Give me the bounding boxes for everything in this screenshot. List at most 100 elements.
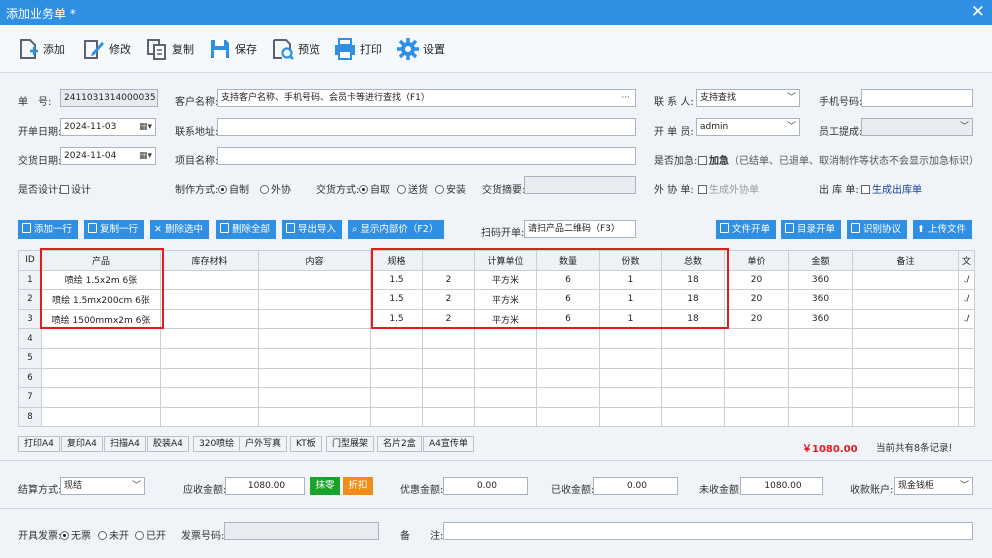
table-cell[interactable] bbox=[370, 367, 423, 389]
table-cell[interactable] bbox=[258, 289, 371, 310]
table-cell[interactable] bbox=[41, 328, 161, 349]
table-cell[interactable] bbox=[422, 328, 475, 349]
table-cell[interactable]: 2 bbox=[422, 289, 475, 310]
column-header[interactable]: 数量 bbox=[536, 250, 600, 271]
table-cell[interactable]: 2 bbox=[422, 308, 475, 330]
invoice-radio-issued[interactable]: 已开 bbox=[135, 527, 166, 542]
table-cell[interactable] bbox=[661, 347, 725, 369]
column-header[interactable]: 单价 bbox=[724, 250, 789, 271]
preset-button[interactable]: A4宣传单 bbox=[423, 436, 474, 452]
table-cell[interactable]: 喷绘 1.5x2m 6张 bbox=[41, 269, 161, 291]
column-header[interactable]: ID bbox=[18, 250, 42, 271]
column-header[interactable]: 产品 bbox=[41, 250, 161, 271]
table-cell[interactable] bbox=[160, 308, 259, 330]
table-cell[interactable] bbox=[852, 269, 959, 291]
table-cell[interactable] bbox=[661, 328, 725, 349]
table-cell[interactable]: 360 bbox=[788, 269, 853, 291]
table-cell[interactable]: 1.5 bbox=[370, 269, 423, 291]
add-row-button[interactable]: 添加一行 bbox=[18, 220, 79, 239]
import-export-button[interactable]: 导出导入 bbox=[282, 220, 343, 239]
table-cell[interactable]: 20 bbox=[724, 269, 789, 291]
deliver-radio-ship[interactable]: 送货 bbox=[397, 181, 428, 196]
catalog-order-button[interactable]: 目录开单 bbox=[781, 220, 842, 239]
method-select[interactable]: 现结 ﹀ bbox=[60, 477, 145, 495]
account-select[interactable]: 现金钱柜 ﹀ bbox=[894, 477, 973, 495]
deliver-radio-pickup[interactable]: 自取 bbox=[359, 181, 390, 196]
table-cell[interactable] bbox=[474, 367, 537, 389]
recognize-button[interactable]: 识别协议 bbox=[847, 220, 908, 239]
received-input[interactable]: 0.00 bbox=[593, 477, 678, 495]
table-cell[interactable] bbox=[370, 328, 423, 349]
table-cell[interactable] bbox=[724, 347, 789, 369]
column-header[interactable] bbox=[422, 250, 475, 271]
table-cell[interactable] bbox=[599, 367, 662, 389]
table-row[interactable]: 3 喷绘 1500mmx2m 6张 1.5 2 平方米 6 1 18 20 360 ./ bbox=[18, 308, 975, 330]
table-row[interactable]: 6 bbox=[18, 367, 975, 389]
discount-input[interactable]: 0.00 bbox=[443, 477, 528, 495]
table-cell[interactable] bbox=[852, 328, 959, 349]
table-cell[interactable] bbox=[370, 347, 423, 369]
table-cell[interactable]: 360 bbox=[788, 308, 853, 330]
table-cell[interactable]: 喷绘 1.5mx200cm 6张 bbox=[41, 289, 161, 310]
table-cell[interactable]: 6 bbox=[536, 269, 600, 291]
column-header[interactable]: 文 bbox=[958, 250, 975, 271]
table-cell[interactable] bbox=[258, 308, 371, 330]
table-cell[interactable] bbox=[536, 406, 600, 428]
table-cell[interactable] bbox=[958, 367, 975, 389]
table-cell[interactable] bbox=[258, 347, 371, 369]
deliver-radio-install[interactable]: 安装 bbox=[435, 181, 466, 196]
copy-row-button[interactable]: 复制一行 bbox=[84, 220, 145, 239]
table-cell[interactable] bbox=[422, 367, 475, 389]
table-cell[interactable] bbox=[958, 328, 975, 349]
save-button[interactable]: 保存 bbox=[208, 35, 257, 63]
table-cell[interactable] bbox=[661, 387, 725, 408]
table-cell[interactable]: 18 bbox=[661, 308, 725, 330]
table-cell[interactable]: 1 bbox=[599, 308, 662, 330]
table-cell[interactable] bbox=[599, 387, 662, 408]
table-cell[interactable] bbox=[258, 406, 371, 428]
table-cell[interactable] bbox=[599, 406, 662, 428]
table-cell[interactable] bbox=[958, 406, 975, 428]
table-cell[interactable] bbox=[788, 367, 853, 389]
column-header[interactable]: 总数 bbox=[661, 250, 725, 271]
print-button[interactable]: 打印 bbox=[333, 35, 382, 63]
table-cell[interactable] bbox=[852, 367, 959, 389]
table-cell[interactable]: 360 bbox=[788, 289, 853, 310]
table-cell[interactable] bbox=[41, 347, 161, 369]
table-cell[interactable] bbox=[474, 328, 537, 349]
calendar-icon[interactable]: ▦▾ bbox=[139, 148, 152, 164]
urgent-checkbox[interactable]: 加急（已结单、已退单、取消制作等状态不会显示加急标识） bbox=[698, 152, 979, 167]
table-cell[interactable] bbox=[788, 347, 853, 369]
table-cell[interactable] bbox=[599, 347, 662, 369]
table-row[interactable]: 7 bbox=[18, 387, 975, 408]
open-date-picker[interactable]: 2024-11-03 ▦▾ bbox=[60, 118, 156, 136]
table-row[interactable]: 1 喷绘 1.5x2m 6张 1.5 2 平方米 6 1 18 20 360 ./ bbox=[18, 269, 975, 291]
table-cell[interactable] bbox=[258, 367, 371, 389]
table-cell[interactable]: ./ bbox=[958, 308, 975, 330]
table-cell[interactable] bbox=[160, 406, 259, 428]
table-cell[interactable]: 18 bbox=[661, 269, 725, 291]
table-row[interactable]: 2 喷绘 1.5mx200cm 6张 1.5 2 平方米 6 1 18 20 360 ./ bbox=[18, 289, 975, 310]
table-cell[interactable] bbox=[370, 406, 423, 428]
table-cell[interactable] bbox=[599, 328, 662, 349]
project-input[interactable] bbox=[217, 147, 636, 165]
preset-button[interactable]: 门型展架 bbox=[326, 436, 375, 452]
table-cell[interactable] bbox=[536, 387, 600, 408]
table-cell[interactable] bbox=[258, 387, 371, 408]
delivery-date-picker[interactable]: 2024-11-04 ▦▾ bbox=[60, 147, 156, 165]
table-cell[interactable] bbox=[724, 367, 789, 389]
address-input[interactable] bbox=[217, 118, 636, 136]
column-header[interactable]: 计算单位 bbox=[474, 250, 537, 271]
table-cell[interactable] bbox=[661, 367, 725, 389]
table-cell[interactable] bbox=[788, 406, 853, 428]
table-cell[interactable] bbox=[788, 387, 853, 408]
preview-button[interactable]: 预览 bbox=[271, 35, 320, 63]
table-cell[interactable] bbox=[724, 406, 789, 428]
delete-all-button[interactable]: 删除全部 bbox=[216, 220, 277, 239]
table-cell[interactable] bbox=[958, 387, 975, 408]
preset-button[interactable]: 胶装A4 bbox=[147, 436, 189, 452]
table-row[interactable]: 4 bbox=[18, 328, 975, 349]
calendar-icon[interactable]: ▦▾ bbox=[139, 119, 152, 135]
column-header[interactable]: 份数 bbox=[599, 250, 662, 271]
table-cell[interactable] bbox=[160, 347, 259, 369]
